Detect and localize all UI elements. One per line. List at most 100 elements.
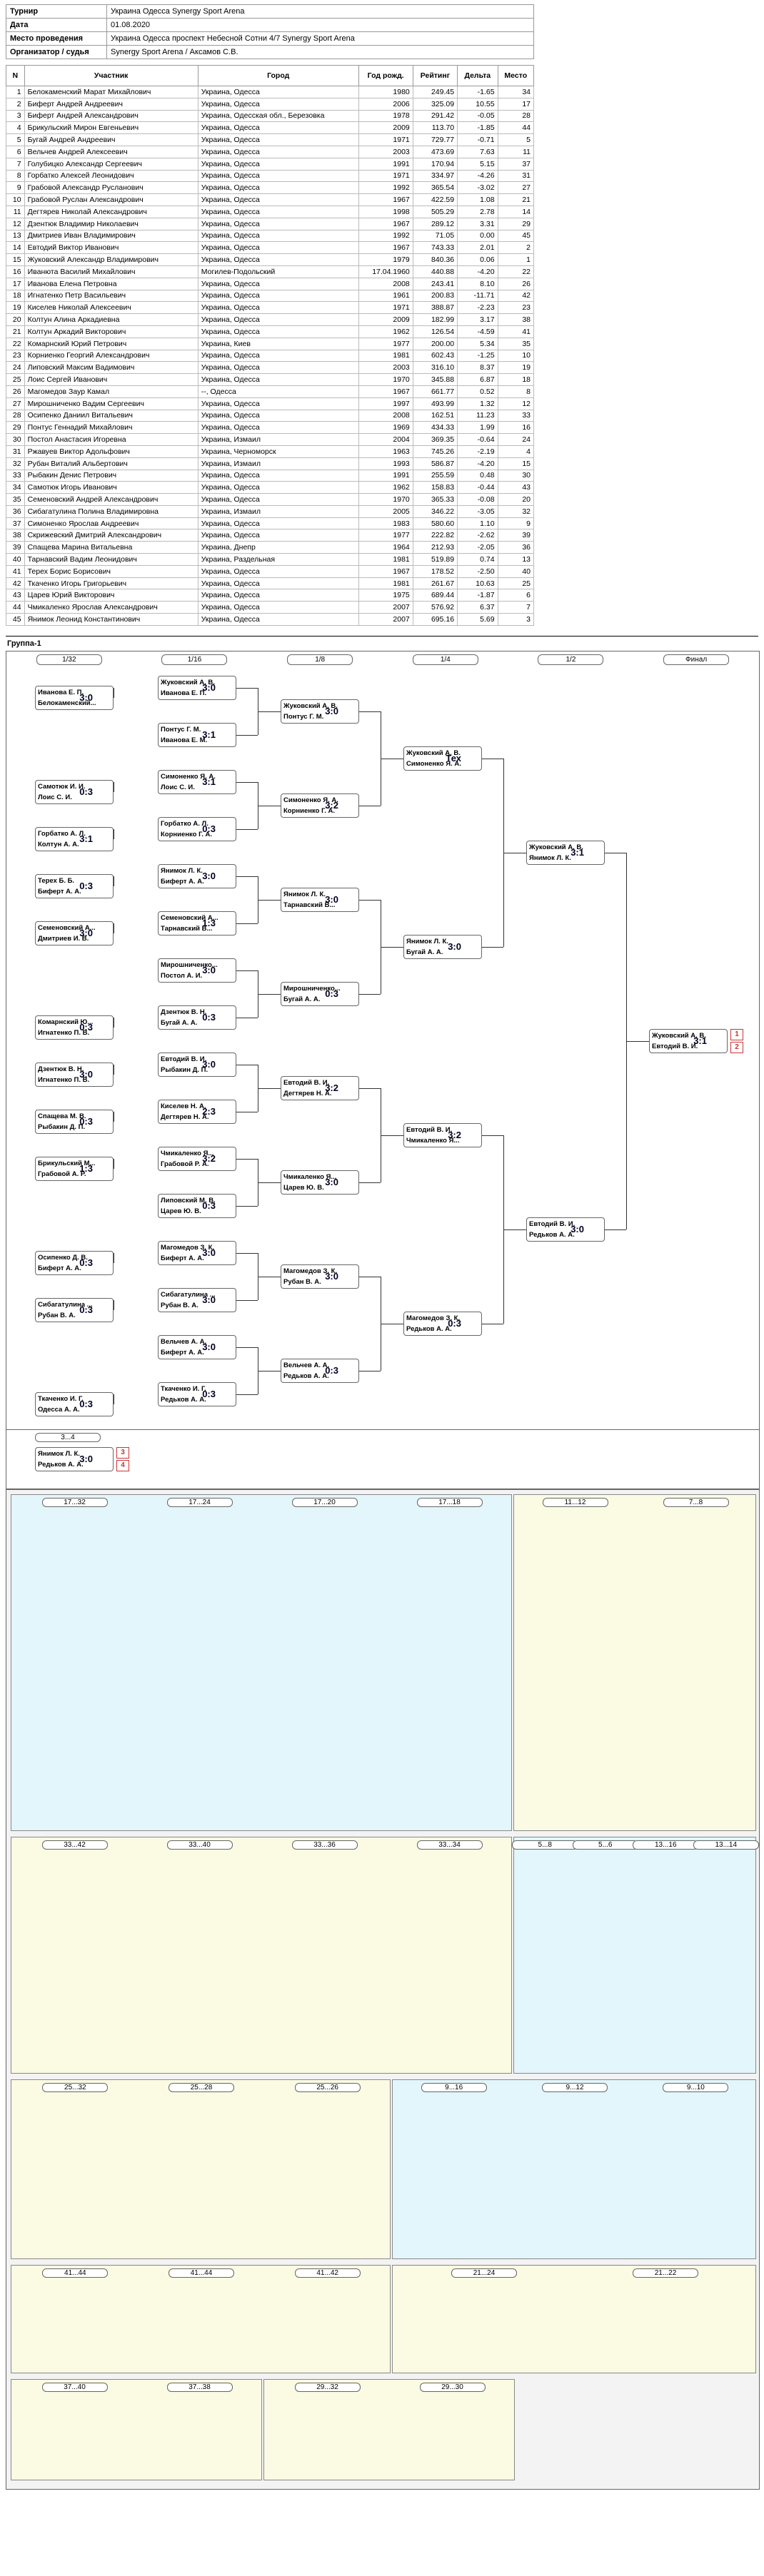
match-box[interactable]: Горбатко А. Л. Корниенко Г. А. 0:3 <box>158 816 236 841</box>
match-box[interactable]: Терех Б. Б. Биферт А. А. 0:3 <box>35 873 114 898</box>
match-box[interactable]: Жуковский А. В. Иванова Е. П. 3:0 <box>158 675 236 700</box>
player-b: Игнатенко П. В. <box>38 1028 90 1037</box>
match-box[interactable]: Магомедов З. К. Редьков А. А. 0:3 <box>403 1311 482 1336</box>
match-box[interactable]: Осипенко Д. В. Биферт А. А. 0:3 <box>35 1250 114 1275</box>
match-score: 3:0 <box>325 1270 338 1282</box>
match-box[interactable]: Вельчев А. А. Биферт А. А. 3:0 <box>158 1334 236 1359</box>
round-title: 41...44 <box>169 2268 234 2278</box>
match-score: 3:0 <box>202 1294 216 1305</box>
participant-cell: 10.63 <box>457 577 498 590</box>
participant-cell: 1981 <box>358 349 413 362</box>
participant-cell: 162.51 <box>412 409 458 422</box>
round-title: 33...40 <box>166 1840 233 1850</box>
match-score: 0:3 <box>325 988 338 999</box>
participant-cell: 1977 <box>358 529 413 542</box>
match-box[interactable]: Комарнский Ю... Игнатенко П. В. 0:3 <box>35 1015 114 1040</box>
column-header: Год рожд. <box>358 65 413 86</box>
match-box[interactable]: Липовский М. В. Царев Ю. В. 0:3 <box>158 1193 236 1218</box>
match-box[interactable]: Жуковский А. В. Понтус Г. М. 3:0 <box>281 699 359 724</box>
participant-cell: Рубан Виталий Альбертович <box>24 457 198 470</box>
participant-cell: -2.23 <box>457 301 498 315</box>
match-box[interactable]: Ткаченко И. Г. Редьков А. А. 0:3 <box>158 1381 236 1406</box>
match-box[interactable]: Симоненко Я. А. Корниенко Г. А. 3:2 <box>281 793 359 818</box>
participant-cell: 0.52 <box>457 385 498 398</box>
player-b: Корниенко Г. А. <box>161 830 213 838</box>
match-box[interactable]: Киселев Н. А. Дегтярев Н. А. 2:3 <box>158 1099 236 1124</box>
match-box[interactable]: Сибагатулина ... Рубан В. А. 3:0 <box>158 1287 236 1312</box>
participant-row: 44 Чмикаленко Ярослав Александрович Украин… <box>6 601 535 614</box>
round-titles: 1/32 1/16 1/8 1/4 1/2 Финал <box>6 651 759 668</box>
participant-cell: 38 <box>6 529 25 542</box>
bracket-zone: 11...12 7...8 <box>513 1494 756 1831</box>
participant-cell: Украина, Одесса <box>197 361 359 375</box>
connector-line <box>258 1182 281 1183</box>
match-box[interactable]: Дзентюк В. Н. Бугай А. А. 0:3 <box>158 1005 236 1030</box>
participant-cell: 34 <box>6 481 25 495</box>
info-row: Дата 01.08.2020 <box>6 18 534 32</box>
connector-line <box>236 1205 258 1207</box>
participant-row: 28 Осипенко Даниил Витальевич Украина, Оде… <box>6 409 535 422</box>
participant-cell: 32 <box>6 457 25 470</box>
participant-cell: 388.87 <box>412 301 458 315</box>
player-a: Иванова Е. П. <box>38 688 84 696</box>
match-box[interactable]: Чмикаленко Я... Царев Ю. В. 3:0 <box>281 1170 359 1195</box>
participant-cell: Украина, Одесса <box>197 86 359 98</box>
participant-cell: 689.44 <box>412 589 458 602</box>
match-box[interactable]: Магомедов З. К. Рубан В. А. 3:0 <box>281 1264 359 1289</box>
match-box[interactable]: Янимок Л. К. Бугай А. А. 3:0 <box>403 934 482 959</box>
match-box[interactable]: Понтус Г. М. Иванова Е. М. 3:1 <box>158 722 236 747</box>
match-box[interactable]: Жуковский А. В. Симоненко Я. А. Тех <box>403 746 482 771</box>
match-box[interactable]: Иванова Е. П. Белокаменский... 3:0 <box>35 685 114 710</box>
info-key: Место проведения <box>6 31 107 46</box>
match-box[interactable]: Сибагатулина ... Рубан В. А. 0:3 <box>35 1297 114 1322</box>
participant-cell: 1970 <box>358 493 413 506</box>
info-row: Турнир Украина Одесса Synergy Sport Arena <box>6 4 534 19</box>
participant-cell: Украина, Одесса <box>197 349 359 362</box>
player-b: Дегтярев Н. А. <box>283 1089 332 1097</box>
match-box[interactable]: Брикульский М... Грабовой А. Р. 1:3 <box>35 1156 114 1181</box>
participant-cell: -3.02 <box>457 181 498 195</box>
match-box[interactable]: Вельчев А. А. Редьков А. А. 0:3 <box>281 1358 359 1383</box>
participant-cell: Украина, Одесса <box>197 481 359 495</box>
match-box[interactable]: Симоненко Я. А. Лоис С. И. 3:1 <box>158 769 236 794</box>
match-box[interactable]: Чмикаленко Я... Грабовой Р. А. 3:2 <box>158 1146 236 1171</box>
participant-cell: Иванюта Василий Михайлович <box>24 265 198 278</box>
participant-cell: Биферт Андрей Андреевич <box>24 97 198 111</box>
match-box[interactable]: Мирошниченко... Постол А. И. 3:0 <box>158 958 236 983</box>
match-box[interactable]: Ткаченко И. Г. Одесса А. А. 0:3 <box>35 1391 114 1416</box>
round-title: 25...26 <box>294 2082 361 2092</box>
participant-cell: Украина, Черноморск <box>197 445 359 458</box>
participant-cell: 3.17 <box>457 313 498 326</box>
match-box[interactable]: Жуковский А. В. Евтодий В. И. 3:1 <box>649 1028 728 1053</box>
participant-cell: Украина, Одесса <box>197 421 359 435</box>
match-box[interactable]: Евтодий В. И. Чмикаленко Я... 3:2 <box>403 1122 482 1147</box>
match-box[interactable]: Самотюк И. И. Лоис С. И. 0:3 <box>35 779 114 804</box>
participant-row: 9 Грабовой Александр Русланович Украина, О… <box>6 181 535 195</box>
match-box[interactable]: Магомедов З. К. Биферт А. А. 3:0 <box>158 1240 236 1265</box>
match-box[interactable]: Семеновский А... Тарнавский В... 1:3 <box>158 911 236 935</box>
match-box[interactable]: Дзентюк В. Н. Игнатенко П. В. 3:0 <box>35 1062 114 1087</box>
match-box[interactable]: Янимок Л. К. Биферт А. А. 3:0 <box>158 863 236 888</box>
match-box[interactable]: Семеновский А... Дмитриев И. В. 3:0 <box>35 921 114 945</box>
match-box[interactable]: Спащева М. В. Рыбакин Д. П. 0:3 <box>35 1109 114 1134</box>
match-box[interactable]: Мирошниченко... Бугай А. А. 0:3 <box>281 981 359 1006</box>
player-b: Дмитриев И. В. <box>38 934 89 943</box>
participant-cell: --, Одесса <box>197 385 359 398</box>
match-box[interactable]: Евтодий В. И. Редьков А. А. 3:0 <box>526 1217 605 1242</box>
participant-cell: Рыбакин Денис Петрович <box>24 469 198 482</box>
match-box[interactable]: Евтодий В. И. Рыбакин Д. П. 3:0 <box>158 1052 236 1077</box>
match-box[interactable]: Янимок Л. К. Тарнавский В... 3:0 <box>281 887 359 912</box>
match-box[interactable]: Горбатко А. Л. Колтун А. А. 3:1 <box>35 826 114 851</box>
bracket-zone: 9...16 9...12 9...10 <box>392 2079 756 2259</box>
player-b: Редьков А. А. <box>529 1230 575 1239</box>
participant-cell: 1991 <box>358 469 413 482</box>
round-title: 29...32 <box>294 2382 361 2392</box>
participant-cell: 178.52 <box>412 564 458 578</box>
match-box[interactable]: Жуковский А. В. Янимок Л. К. 3:1 <box>526 840 605 865</box>
connector-line <box>236 687 258 689</box>
bracket-zone: 29...32 29...30 <box>263 2378 515 2480</box>
match-box[interactable]: Евтодий В. И. Дегтярев Н. А. 3:2 <box>281 1075 359 1100</box>
match-box[interactable]: Янимок Л. К. Редьков А. А. 3:0 <box>35 1446 114 1471</box>
participant-cell: 126.54 <box>412 325 458 338</box>
participant-cell: 1967 <box>358 385 413 398</box>
